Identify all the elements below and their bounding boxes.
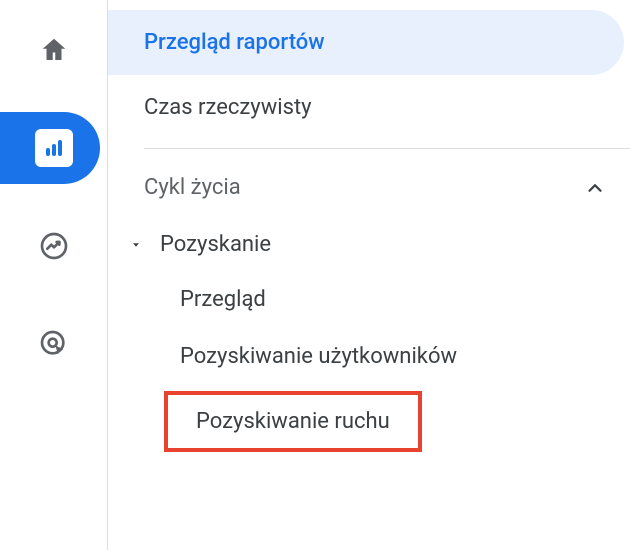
nav-traffic-acquisition[interactable]: Pozyskiwanie ruchu	[164, 391, 422, 452]
nav-realtime[interactable]: Czas rzeczywisty	[108, 75, 624, 140]
nav-acquisition[interactable]: Pozyskanie	[108, 218, 630, 271]
rail-advertising[interactable]	[0, 312, 108, 376]
nav-reports-overview[interactable]: Przegląd raportów	[108, 10, 624, 75]
chevron-up-icon	[584, 177, 606, 199]
rail-home[interactable]	[0, 18, 108, 82]
caret-down-icon	[128, 238, 144, 252]
section-lifecycle-label: Cykl życia	[144, 175, 241, 200]
rail-reports[interactable]	[0, 116, 108, 180]
rail-explore[interactable]	[0, 214, 108, 278]
section-lifecycle[interactable]: Cykl życia	[108, 157, 630, 218]
home-icon	[37, 33, 71, 67]
bar-chart-icon	[35, 129, 73, 167]
target-click-icon	[37, 327, 71, 361]
trend-circle-icon	[37, 229, 71, 263]
icon-rail	[0, 0, 108, 550]
divider	[144, 148, 630, 149]
nav-user-acquisition[interactable]: Pozyskiwanie użytkowników	[108, 328, 630, 385]
reports-nav-panel: Przegląd raportów Czas rzeczywisty Cykl …	[108, 0, 630, 550]
nav-acquisition-overview[interactable]: Przegląd	[108, 271, 630, 328]
nav-acquisition-label: Pozyskanie	[160, 232, 271, 257]
